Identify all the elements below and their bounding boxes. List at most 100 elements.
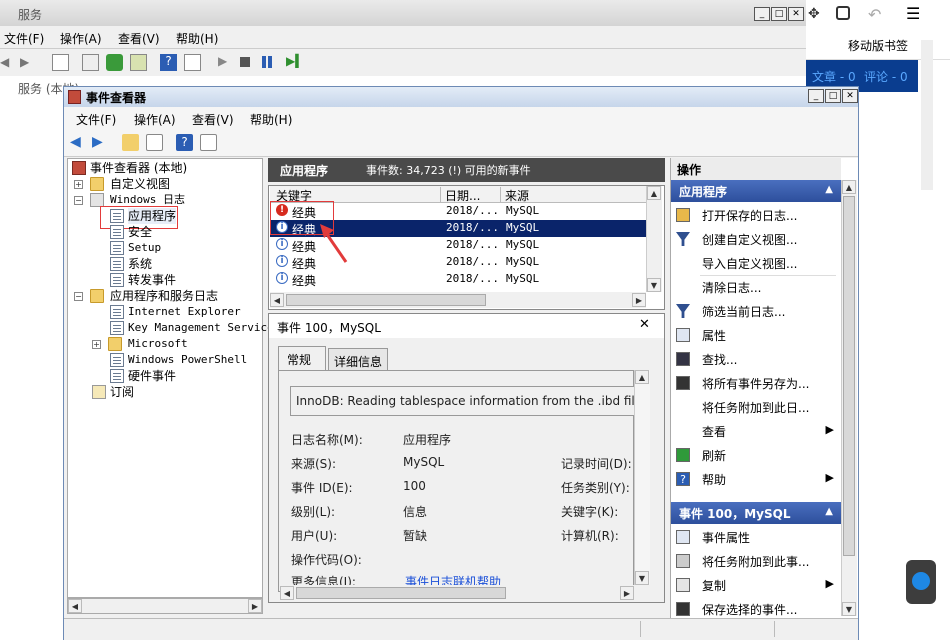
- extensions-icon[interactable]: ✥: [808, 6, 820, 22]
- list-horizontal-scrollbar[interactable]: ◀ ▶: [270, 292, 646, 308]
- scroll-right-icon[interactable]: ▶: [248, 599, 262, 613]
- col-source[interactable]: 来源: [500, 187, 529, 203]
- restart-icon[interactable]: ▶▍: [286, 54, 304, 68]
- pause-icon[interactable]: [262, 56, 266, 68]
- scroll-up-icon[interactable]: ▲: [647, 186, 661, 200]
- expand-icon[interactable]: +: [74, 180, 83, 189]
- action-item[interactable]: 创建自定义视图...: [672, 228, 840, 250]
- services-titlebar: 服务 _ □ ✕: [0, 0, 806, 26]
- more-info-link[interactable]: 事件日志联机帮助: [405, 573, 501, 585]
- sidebar-icon[interactable]: [836, 6, 850, 20]
- view-icon[interactable]: [184, 54, 201, 71]
- action-item[interactable]: 清除日志...: [672, 276, 840, 298]
- services-menu-view[interactable]: 查看(V): [118, 30, 160, 47]
- action-item[interactable]: 导入自定义视图...: [672, 252, 840, 274]
- ev-close-button[interactable]: ✕: [842, 89, 858, 103]
- action-item[interactable]: 筛选当前日志...: [672, 300, 840, 322]
- detail-vertical-scrollbar[interactable]: ▲ ▼: [634, 370, 650, 585]
- tab-general[interactable]: 常规: [278, 346, 326, 370]
- ev-minimize-button[interactable]: _: [808, 89, 824, 103]
- scroll-left-icon[interactable]: ◀: [280, 586, 294, 600]
- action-item[interactable]: 查找...: [672, 348, 840, 370]
- list-vertical-scrollbar[interactable]: ▲ ▼: [646, 186, 662, 292]
- action-item[interactable]: 将任务附加到此事...: [672, 550, 840, 572]
- action-item-label: 帮助: [702, 473, 727, 487]
- close-icon[interactable]: ✕: [639, 317, 650, 332]
- stop-icon[interactable]: [240, 57, 250, 67]
- detail-horizontal-scrollbar[interactable]: ◀ ▶: [280, 585, 634, 601]
- ev-menu-file[interactable]: 文件(F): [76, 111, 116, 128]
- tab-details[interactable]: 详细信息: [328, 348, 388, 370]
- collapse-icon[interactable]: −: [74, 292, 83, 301]
- col-date[interactable]: 日期...: [440, 187, 480, 203]
- refresh-icon[interactable]: [106, 54, 123, 71]
- services-menu-file[interactable]: 文件(F): [4, 30, 44, 47]
- action-item[interactable]: 将所有事件另存为...: [672, 372, 840, 394]
- action-item[interactable]: 打开保存的日志...: [672, 204, 840, 226]
- properties-icon[interactable]: [82, 54, 99, 71]
- scroll-thumb[interactable]: [286, 294, 486, 306]
- windows-logs-icon: [90, 193, 104, 207]
- action-item[interactable]: 刷新: [672, 444, 840, 466]
- action-item-label: 将所有事件另存为...: [702, 377, 810, 391]
- tree-horizontal-scrollbar[interactable]: ◀ ▶: [67, 598, 263, 614]
- forward-icon[interactable]: ▶: [20, 55, 29, 69]
- scroll-up-icon[interactable]: ▲: [635, 370, 649, 384]
- view-icon[interactable]: [200, 134, 217, 151]
- floating-widget[interactable]: [906, 560, 936, 604]
- back-icon[interactable]: ◀: [0, 55, 9, 69]
- services-menu-action[interactable]: 操作(A): [60, 30, 102, 47]
- scroll-left-icon[interactable]: ◀: [68, 599, 82, 613]
- action-item[interactable]: 事件属性: [672, 526, 840, 548]
- services-maximize-button[interactable]: □: [771, 7, 787, 21]
- scroll-right-icon[interactable]: ▶: [632, 293, 646, 307]
- services-menu-help[interactable]: 帮助(H): [176, 30, 218, 47]
- help-icon[interactable]: ?: [176, 134, 193, 151]
- console-tree-icon[interactable]: [146, 134, 163, 151]
- browser-scrollbar[interactable]: [921, 40, 933, 190]
- actions-section-event[interactable]: 事件 100，MySQL ▲: [671, 502, 841, 524]
- scroll-right-icon[interactable]: ▶: [620, 586, 634, 600]
- scroll-down-icon[interactable]: ▼: [635, 571, 649, 585]
- up-folder-icon[interactable]: [122, 134, 139, 151]
- back-icon[interactable]: ◀: [70, 134, 81, 150]
- article-count[interactable]: 文章 - 0: [812, 68, 856, 85]
- table-row[interactable]: i 经典 2018/... MySQL: [270, 271, 646, 288]
- actions-section-application[interactable]: 应用程序 ▲: [671, 180, 841, 202]
- menu-icon[interactable]: ☰: [906, 4, 920, 23]
- event-message[interactable]: InnoDB: Reading tablespace information f…: [290, 386, 636, 416]
- undo-icon[interactable]: ↶: [868, 5, 881, 24]
- services-toolbar: ◀ ▶ ? ▶ ▶▍: [0, 48, 806, 76]
- action-item[interactable]: 查看 ▶: [672, 420, 840, 442]
- scroll-down-icon[interactable]: ▼: [647, 278, 661, 292]
- scroll-thumb[interactable]: [843, 196, 855, 556]
- actions-vertical-scrollbar[interactable]: ▲ ▼: [841, 180, 857, 616]
- services-minimize-button[interactable]: _: [754, 7, 770, 21]
- action-item[interactable]: 保存选择的事件...: [672, 598, 840, 620]
- tree-custom-views-label: 自定义视图: [110, 177, 171, 191]
- play-icon[interactable]: ▶: [218, 54, 227, 68]
- action-item[interactable]: 复制 ▶: [672, 574, 840, 596]
- scroll-down-icon[interactable]: ▼: [842, 602, 856, 616]
- ev-menu-help[interactable]: 帮助(H): [250, 111, 292, 128]
- mobile-bookmarks[interactable]: 移动版书签: [848, 37, 908, 54]
- expand-icon[interactable]: +: [92, 340, 101, 349]
- help-icon[interactable]: ?: [160, 54, 177, 71]
- scroll-thumb[interactable]: [296, 587, 506, 599]
- ev-maximize-button[interactable]: □: [825, 89, 841, 103]
- ev-menu-view[interactable]: 查看(V): [192, 111, 234, 128]
- action-item[interactable]: ? 帮助 ▶: [672, 468, 840, 490]
- action-item[interactable]: 将任务附加到此日...: [672, 396, 840, 418]
- services-close-button[interactable]: ✕: [788, 7, 804, 21]
- collapse-icon[interactable]: −: [74, 196, 83, 205]
- services-menubar: 文件(F) 操作(A) 查看(V) 帮助(H): [0, 26, 806, 48]
- action-item[interactable]: 属性: [672, 324, 840, 346]
- forward-icon[interactable]: ▶: [92, 134, 103, 150]
- scroll-up-icon[interactable]: ▲: [842, 180, 856, 194]
- console-tree-icon[interactable]: [52, 54, 69, 71]
- export-icon[interactable]: [130, 54, 147, 71]
- ev-menu-action[interactable]: 操作(A): [134, 111, 176, 128]
- comment-count[interactable]: 评论 - 0: [864, 68, 908, 85]
- action-item-label: 将任务附加到此事...: [702, 555, 810, 569]
- scroll-left-icon[interactable]: ◀: [270, 293, 284, 307]
